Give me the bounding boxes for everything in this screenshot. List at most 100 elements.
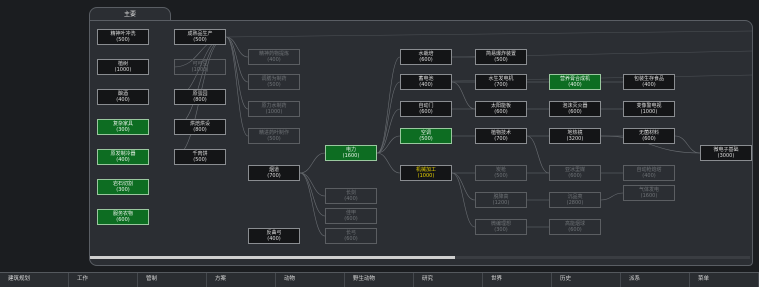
research-node-cost: (400)	[267, 236, 281, 243]
research-node[interactable]: 长弓 (600)	[325, 228, 377, 244]
research-node[interactable]: 地热镜 (3200)	[549, 128, 601, 144]
research-node[interactable]: 亚冰里媒 (600)	[549, 165, 601, 181]
research-node-cost: (1000)	[265, 109, 283, 116]
research-panel: 精神叶冲洗 (500) 成熟品生产 (500) 植树 (1000) 可可豆 (1000) 酿酒(…	[89, 20, 753, 266]
research-node-cost: (400)	[642, 82, 656, 89]
research-node-cost: (500)	[116, 37, 130, 44]
research-node-cost: (700)	[494, 136, 508, 143]
research-node-cost: (700)	[494, 82, 508, 89]
research-node[interactable]: 精神叶冲洗 (500)	[97, 29, 149, 45]
research-node[interactable]: 太阳能板 (600)	[475, 101, 527, 117]
research-node[interactable]: 植树 (1000)	[97, 59, 149, 75]
bottom-menu-button[interactable]: 动物	[276, 273, 345, 287]
scrollbar-thumb[interactable]	[90, 256, 455, 259]
tree-connection	[225, 36, 249, 137]
research-node[interactable]: 简易爆炸装置 (500)	[475, 49, 527, 65]
research-node-cost: (2800)	[566, 200, 584, 207]
tree-connection	[376, 152, 401, 174]
research-node[interactable]: 脱降高 (1200)	[475, 192, 527, 208]
research-node-cost: (400)	[642, 173, 656, 180]
research-node[interactable]: 原力水制药 (1000)	[248, 101, 300, 117]
research-node-cost: (500)	[494, 173, 508, 180]
research-node[interactable]: 营养膏合成机 (400)	[549, 74, 601, 90]
tree-connection	[225, 36, 249, 110]
research-node-cost: (400)	[568, 82, 582, 89]
research-node[interactable]: 服务农物 (600)	[97, 209, 149, 225]
research-node[interactable]: 植物技术 (700)	[475, 128, 527, 144]
tree-connection	[674, 135, 701, 154]
research-node[interactable]: 包装生存食品 (400)	[623, 74, 675, 90]
research-node[interactable]: 微电子基础 (3000)	[700, 145, 752, 161]
research-node[interactable]: 自动门 (600)	[400, 101, 452, 117]
bottom-menu-button[interactable]: 研究	[414, 273, 483, 287]
research-node-cost: (600)	[116, 217, 130, 224]
research-node-cost: (800)	[193, 127, 207, 134]
research-node[interactable]: 烘焙烘设 (800)	[174, 119, 226, 135]
tree-connection	[376, 108, 401, 154]
research-node-cost: (1600)	[640, 193, 658, 200]
bottom-menu-button[interactable]: 野生动物	[345, 273, 414, 287]
research-node-cost: (1600)	[342, 153, 360, 160]
research-node[interactable]: 高能烟球 (600)	[549, 219, 601, 235]
research-node[interactable]: 烟道 (700)	[248, 165, 300, 181]
research-node[interactable]: 酿酒 (400)	[97, 89, 149, 105]
research-node[interactable]: 炭枪 (500)	[475, 165, 527, 181]
research-node[interactable]: 可可豆 (1000)	[174, 59, 226, 75]
research-node-cost: (400)	[267, 57, 281, 64]
research-node[interactable]: 机械加工 (1000)	[400, 165, 452, 181]
tree-connection	[376, 81, 401, 154]
research-node[interactable]: 原发制冷器 (400)	[97, 149, 149, 165]
research-node[interactable]: 岩石切割 (300)	[97, 179, 149, 195]
tree-connection	[299, 172, 326, 197]
research-node-cost: (600)	[419, 57, 433, 64]
bottom-menu-button[interactable]: 历史	[552, 273, 621, 287]
research-node[interactable]: 反曲弓 (400)	[248, 228, 300, 244]
bottom-menu-button[interactable]: 世界	[483, 273, 552, 287]
bottom-menu-button[interactable]: 菜单	[690, 273, 759, 287]
tree-connection	[225, 36, 249, 83]
research-node-cost: (1000)	[640, 109, 658, 116]
bottom-menu-button[interactable]: 建筑规划	[0, 273, 69, 287]
research-node[interactable]: 水栽培 (600)	[400, 49, 452, 65]
research-node[interactable]: 泡沫灭火器 (600)	[549, 101, 601, 117]
horizontal-scrollbar[interactable]	[90, 256, 750, 259]
research-node[interactable]: 微编理想 (300)	[475, 219, 527, 235]
tree-connection	[173, 36, 227, 128]
research-node[interactable]: 蓄电池 (400)	[400, 74, 452, 90]
research-node-cost: (500)	[193, 37, 207, 44]
research-node[interactable]: 长剑 (400)	[325, 188, 377, 204]
research-node-cost: (600)	[344, 236, 358, 243]
research-node-cost: (500)	[193, 157, 207, 164]
bottom-menu-button[interactable]: 派系	[621, 273, 690, 287]
research-node-cost: (600)	[568, 109, 582, 116]
bottom-menu-button[interactable]: 方案	[207, 273, 276, 287]
research-node[interactable]: 变像警电视 (1000)	[623, 101, 675, 117]
bottom-menu-button[interactable]: 工作	[69, 273, 138, 287]
research-node[interactable]: 佳甲 (600)	[325, 208, 377, 224]
research-node-cost: (800)	[193, 97, 207, 104]
research-node-cost: (600)	[568, 173, 582, 180]
research-node[interactable]: 调膳为制药 (500)	[248, 74, 300, 90]
research-node[interactable]: 原蛋园 (800)	[174, 89, 226, 105]
research-node[interactable]: 电力 (1600)	[325, 145, 377, 161]
research-node-cost: (3200)	[566, 136, 584, 143]
tree-connection	[600, 192, 624, 201]
research-node[interactable]: 沉品夷 (2800)	[549, 192, 601, 208]
research-node-cost: (500)	[267, 82, 281, 89]
research-node[interactable]: 复杂家具 (300)	[97, 119, 149, 135]
research-node-cost: (300)	[494, 227, 508, 234]
research-node[interactable]: 空调 (500)	[400, 128, 452, 144]
research-node[interactable]: 千肉饼 (500)	[174, 149, 226, 165]
research-node[interactable]: 精进药叶制作 (500)	[248, 128, 300, 144]
research-node[interactable]: 水生发电机 (700)	[475, 74, 527, 90]
tree-connection	[451, 172, 476, 228]
research-node[interactable]: 无菌材料 (600)	[623, 128, 675, 144]
research-node[interactable]: 气体发电 (1600)	[623, 185, 675, 201]
research-node-cost: (300)	[116, 187, 130, 194]
research-node-cost: (1000)	[417, 173, 435, 180]
bottom-menu-button[interactable]: 管制	[138, 273, 207, 287]
research-node[interactable]: 精神药物提炼 (400)	[248, 49, 300, 65]
research-node[interactable]: 自动枪炮塔 (400)	[623, 165, 675, 181]
tree-connection	[225, 30, 752, 38]
research-node[interactable]: 成熟品生产 (500)	[174, 29, 226, 45]
